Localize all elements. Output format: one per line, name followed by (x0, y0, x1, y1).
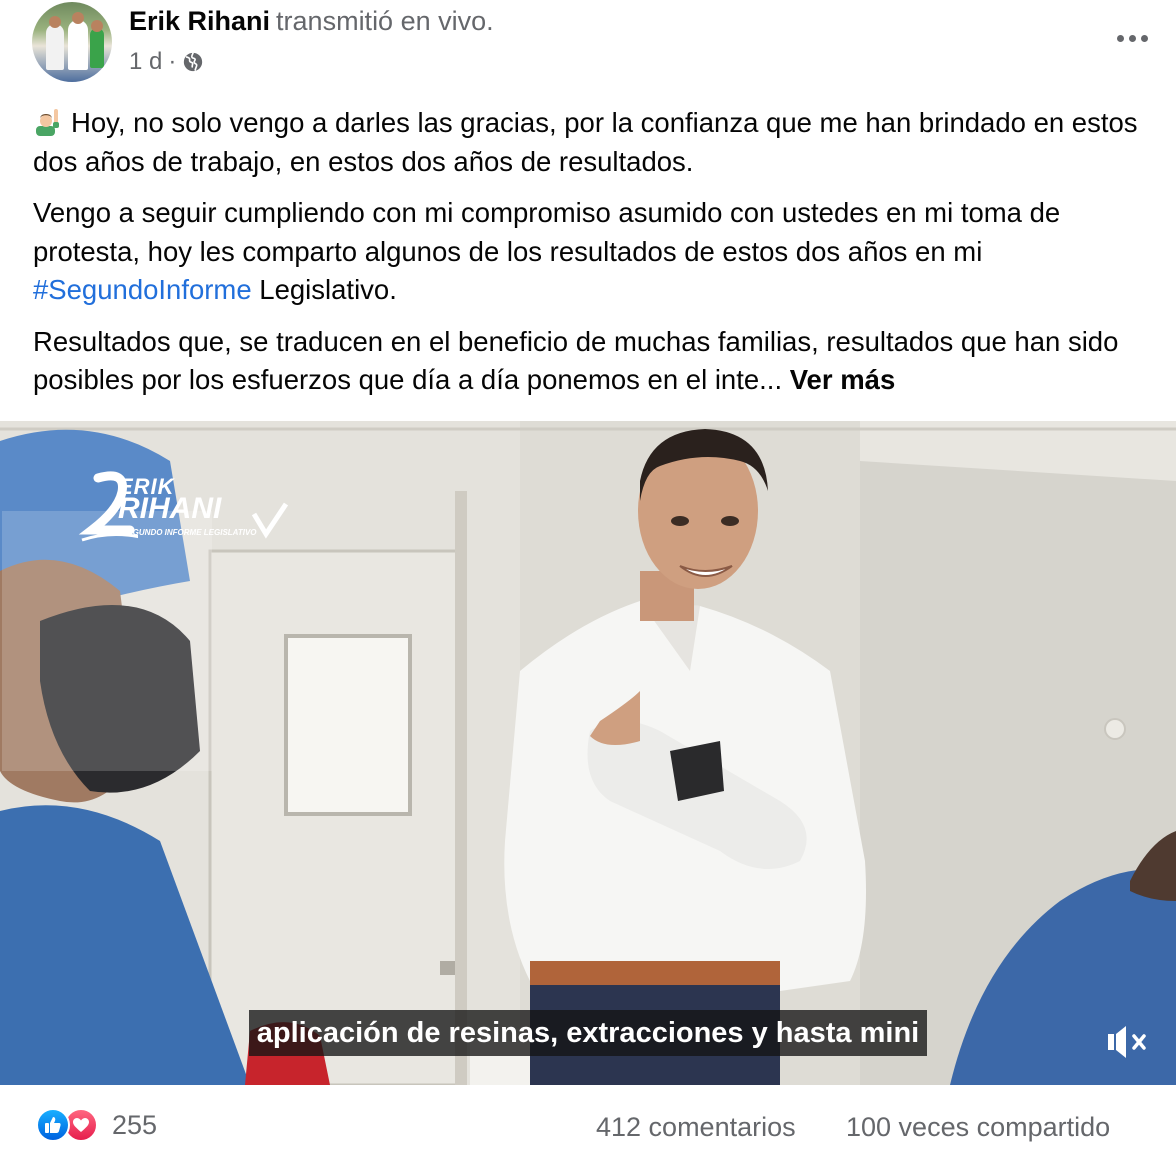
see-more-link[interactable]: Ver más (790, 364, 896, 395)
post-timestamp[interactable]: 1 d (129, 48, 162, 76)
paragraph-1-text: Hoy, no solo vengo a darles las gracias,… (33, 107, 1138, 177)
shares-count-link[interactable]: 100 veces compartido (846, 1112, 1176, 1143)
paragraph-3-text: Resultados que, se traducen en el benefi… (33, 325, 1119, 396)
comments-count-link[interactable]: 412 comentarios (596, 1112, 796, 1143)
erik-rihani-logo: ERIK RIHANI SEGUNDO INFORME LEGISLATIVO (78, 470, 298, 550)
more-options-icon[interactable] (1112, 24, 1152, 52)
post-meta: 1 d · (129, 48, 204, 76)
post-paragraph-2: Vengo a seguir cumpliendo con mi comprom… (33, 194, 1153, 310)
hashtag-link[interactable]: #SegundoInforme (33, 274, 252, 305)
paragraph-2-text: Vengo a seguir cumpliendo con mi comprom… (33, 197, 1061, 267)
post-header: Erik Rihani transmitió en vivo. 1 d · (0, 0, 1176, 96)
meta-separator: · (168, 48, 177, 75)
speaker-muted-icon[interactable] (1104, 1022, 1152, 1062)
post-body: Hoy, no solo vengo a darles las gracias,… (33, 104, 1153, 413)
globe-icon[interactable] (182, 51, 204, 73)
post-action-text: transmitió en vivo. (276, 6, 494, 36)
watermark-main-text: RIHANI (118, 492, 222, 525)
post-paragraph-3: Resultados que, se traducen en el benefi… (33, 323, 1153, 400)
author-name-link[interactable]: Erik Rihani (129, 6, 270, 36)
author-line: Erik Rihani transmitió en vivo. (129, 6, 494, 37)
video-player[interactable]: ERIK RIHANI SEGUNDO INFORME LEGISLATIVO (0, 421, 1176, 1085)
post-footer: 255 412 comentarios 100 veces compartido (0, 1090, 1176, 1162)
reaction-count[interactable]: 255 (112, 1110, 157, 1141)
paragraph-2-tail: Legislativo. (251, 274, 397, 305)
watermark-subtitle-text: SEGUNDO INFORME LEGISLATIVO (122, 528, 257, 537)
reactions-summary[interactable]: 255 (36, 1108, 157, 1142)
person-raising-hand-emoji (36, 109, 59, 136)
like-icon (36, 1108, 70, 1142)
author-avatar[interactable] (32, 2, 112, 82)
post-paragraph-1: Hoy, no solo vengo a darles las gracias,… (33, 104, 1153, 181)
